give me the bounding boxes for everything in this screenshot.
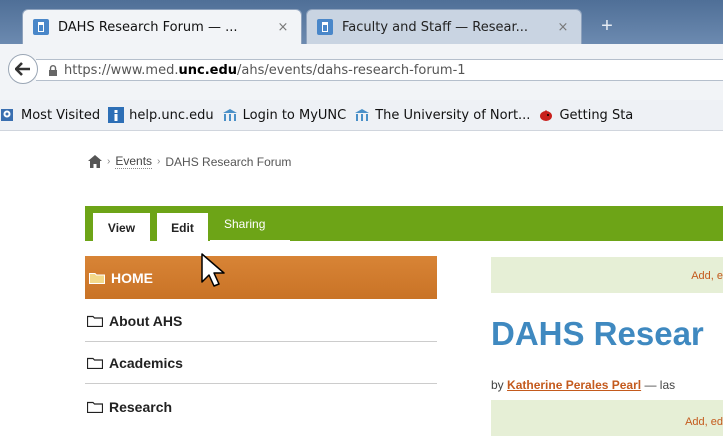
browser-navbar: https://www.med. unc.edu/ahs/events/dahs-… xyxy=(0,44,723,101)
new-tab-button[interactable]: + xyxy=(594,15,620,39)
url-scheme: https://www.med. xyxy=(64,62,179,78)
nav-item-research[interactable]: Research xyxy=(85,386,437,428)
url-bar[interactable]: https://www.med. unc.edu/ahs/events/dahs-… xyxy=(36,59,723,81)
bookmark-label: Most Visited xyxy=(21,107,101,123)
home-icon[interactable] xyxy=(88,155,102,168)
tab-title: Faculty and Staff — Resear... xyxy=(342,19,529,35)
nav-item-label: Research xyxy=(109,399,173,415)
mouse-cursor-icon xyxy=(201,253,225,287)
unc-well-favicon-icon xyxy=(33,19,49,35)
bookmark-university-of-north-carolina[interactable]: The University of Nort... xyxy=(354,107,530,123)
bookmark-getting-started[interactable]: Getting Sta xyxy=(538,107,633,123)
edit-notice-text[interactable]: Add, e xyxy=(691,270,723,282)
byline: by Katherine Perales Pearl — las xyxy=(491,378,675,392)
unc-well-icon xyxy=(355,109,370,121)
breadcrumb-current: DAHS Research Forum xyxy=(165,154,292,169)
sharing-underline xyxy=(210,240,290,242)
browser-tab-dahs-research-forum[interactable]: DAHS Research Forum — ... × xyxy=(22,9,302,44)
breadcrumb-events-link[interactable]: Events xyxy=(115,154,153,169)
nav-item-label: Academics xyxy=(109,354,183,371)
bookmarks-bar: Most Visited help.unc.edu Login to MyUNC… xyxy=(0,100,723,131)
tab-view[interactable]: View xyxy=(93,213,150,242)
bookmark-login-myunc[interactable]: Login to MyUNC xyxy=(222,107,347,123)
breadcrumb: › Events › DAHS Research Forum xyxy=(88,154,291,169)
nav-item-about-ahs[interactable]: About AHS xyxy=(85,300,437,342)
tab-edit[interactable]: Edit xyxy=(157,213,208,242)
bookmark-most-visited[interactable]: Most Visited xyxy=(0,107,100,123)
browser-tab-faculty-staff[interactable]: Faculty and Staff — Resear... × xyxy=(306,9,582,44)
page-title: DAHS Resear xyxy=(491,315,704,352)
breadcrumb-separator: › xyxy=(107,156,111,167)
close-tab-icon[interactable]: × xyxy=(275,20,291,35)
close-tab-icon[interactable]: × xyxy=(555,20,571,35)
nav-item-academics[interactable]: Academics xyxy=(85,342,437,384)
nav-item-label: About AHS xyxy=(109,312,183,329)
breadcrumb-separator: › xyxy=(157,156,161,167)
folder-icon xyxy=(87,315,103,327)
unc-well-icon xyxy=(222,109,237,121)
lock-icon xyxy=(48,64,58,76)
bookmark-label: help.unc.edu xyxy=(129,107,214,123)
back-button[interactable] xyxy=(8,54,38,84)
edit-notice-text[interactable]: Add, ed xyxy=(685,416,723,428)
nav-item-home[interactable]: HOME xyxy=(85,256,437,299)
edit-notice-banner: Add, e xyxy=(491,257,723,293)
folder-icon xyxy=(89,272,105,284)
edit-notice-banner-2: Add, ed xyxy=(491,400,723,436)
bookmarks-icon xyxy=(1,109,13,121)
folder-icon xyxy=(87,357,103,369)
tab-title: DAHS Research Forum — ... xyxy=(58,19,238,35)
browser-tabstrip: DAHS Research Forum — ... × Faculty and … xyxy=(0,0,723,44)
nav-item-label: HOME xyxy=(111,269,153,286)
url-path: /ahs/events/dahs-research-forum-1 xyxy=(237,62,466,78)
folder-icon xyxy=(87,401,103,413)
author-link[interactable]: Katherine Perales Pearl xyxy=(507,378,641,392)
bird-icon xyxy=(540,110,553,121)
byline-suffix: — las xyxy=(641,378,676,392)
bookmark-label: Login to MyUNC xyxy=(242,107,347,123)
bookmark-label: The University of Nort... xyxy=(375,107,531,123)
bookmark-label: Getting Sta xyxy=(559,107,634,123)
unc-well-favicon-icon xyxy=(317,19,333,35)
tab-sharing[interactable]: Sharing xyxy=(224,217,265,231)
url-domain: unc.edu xyxy=(178,62,238,78)
info-icon xyxy=(108,107,125,123)
byline-prefix: by xyxy=(491,378,504,392)
back-arrow-icon xyxy=(15,62,30,76)
bookmark-help-unc[interactable]: help.unc.edu xyxy=(108,107,214,123)
